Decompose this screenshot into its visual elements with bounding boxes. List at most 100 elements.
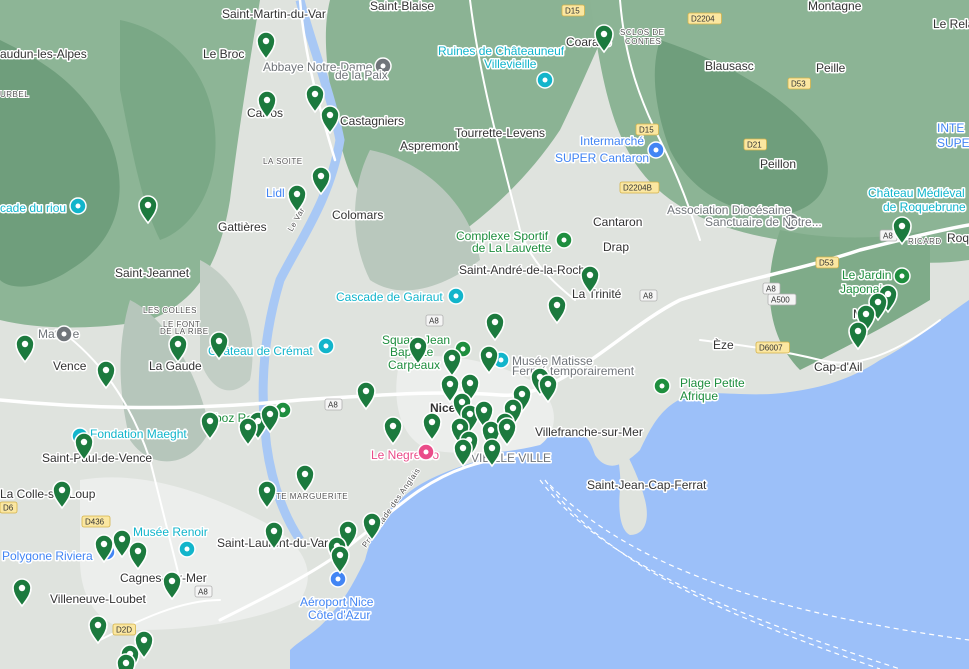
road-shield-d6: D6 [0, 501, 18, 514]
place-label-audun-les-alpes: audun-les-Alpes [0, 47, 87, 61]
sports-icon[interactable] [555, 231, 573, 249]
poi-label-le-jardin[interactable]: Le Jardin [841, 267, 893, 284]
road-shield-d53: D53 [815, 256, 839, 269]
poi-label-polygone-riviera[interactable]: Polygone Riviera [1, 548, 95, 565]
road-shield-d2204: D2204 [687, 12, 722, 25]
svg-text:D6: D6 [3, 504, 14, 513]
museum-icon[interactable] [178, 540, 196, 558]
poi-label-plage-petite[interactable]: Plage Petite [679, 375, 747, 392]
road-shield-d2204b: D2204B [619, 181, 660, 194]
location-pin-icon[interactable] [116, 653, 136, 669]
place-label-colomars: Colomars [332, 208, 383, 222]
poi-label-afrique[interactable]: Afrique [679, 388, 720, 405]
road-shield-d2d: D2D [112, 623, 136, 636]
place-label-drap: Drap [603, 240, 629, 254]
place-label-castagniers: Castagniers [340, 114, 404, 128]
svg-text:D2204B: D2204B [623, 184, 652, 193]
poi-label-de-la-lauvette[interactable]: de La Lauvette [471, 240, 554, 257]
poi-label-chateau-medieval[interactable]: Château Médiéval [867, 185, 967, 202]
swim-icon[interactable] [653, 377, 671, 395]
poi-label-carpeaux[interactable]: Carpeaux [387, 357, 442, 374]
shopping-icon[interactable] [647, 141, 665, 159]
poi-label-ruines-de-chateauneuf[interactable]: Ruines de Châteauneuf [437, 43, 567, 60]
place-label-blausasc: Blausasc [705, 59, 754, 73]
area-label-de-la-ribe: DE LA RIBE [160, 327, 209, 336]
area-label-la-soite: LA SOITE [263, 157, 303, 166]
poi-label-aeroport-nice[interactable]: Aéroport Nice [299, 594, 376, 611]
poi-label-musee-renoir[interactable]: Musée Renoir [132, 524, 210, 541]
poi-label-de-roquebrune[interactable]: de Roquebrune [882, 199, 968, 216]
road-shield-d15: D15 [561, 4, 585, 17]
place-label-villeneuve-loubet: Villeneuve-Loubet [50, 592, 147, 606]
place-label-le-rela: Le Rela [933, 17, 969, 31]
map-svg[interactable]: SCLOS DECONTESLA SOITELES COLLESLE FONTD… [0, 0, 969, 669]
svg-text:A8: A8 [328, 401, 338, 410]
camera-icon[interactable] [317, 337, 335, 355]
area-label-ste-marguerite: STE MARGUERITE [270, 492, 348, 501]
svg-text:D6007: D6007 [759, 344, 783, 353]
place-label-tourrette-levens: Tourrette-Levens [455, 126, 545, 140]
poi-label-inte[interactable]: INTE [936, 120, 966, 137]
church-icon[interactable] [55, 325, 73, 343]
area-label-contes: CONTES [625, 37, 661, 46]
place-label-gattieres: Gattières [218, 220, 267, 234]
poi-label-supe[interactable]: SUPE [936, 135, 969, 152]
poi-label-de-la-paix[interactable]: de la Paix [334, 67, 390, 84]
map-canvas[interactable]: SCLOS DE CONTES LA SOITE LES COLLES LE FONT D… [0, 0, 969, 669]
svg-text:D21: D21 [747, 141, 762, 150]
poi-label-cade-du-riou[interactable]: cade du riou [0, 200, 68, 217]
castle-icon[interactable] [447, 287, 465, 305]
place-label-cap-d-ail: Cap-d'Ail [814, 360, 862, 374]
road-shield-d15: D15 [635, 123, 659, 136]
svg-text:A8: A8 [429, 317, 439, 326]
place-label-saint-jeannet: Saint-Jeannet [115, 266, 190, 280]
poi-label-cote-d-azur[interactable]: Côte d'Azur [307, 607, 372, 624]
poi-label-intermarche[interactable]: Intermarché [579, 133, 646, 150]
road-shield-a8: A8 [324, 398, 343, 411]
road-shield-a8: A8 [425, 314, 444, 327]
road-shield-d6007: D6007 [755, 341, 790, 354]
place-label-montagne: Montagne [808, 0, 862, 13]
poi-label-villevieille[interactable]: Villevieille [483, 56, 539, 73]
place-label-eze: Èze [713, 337, 734, 352]
place-label-peillon: Peillon [760, 157, 796, 171]
place-label-saint-jean-cap-ferrat: Saint-Jean-Cap-Ferrat [587, 478, 707, 492]
svg-text:A8: A8 [883, 232, 893, 241]
place-label-cantaron: Cantaron [593, 215, 642, 229]
place-label-la-gaude: La Gaude [149, 359, 202, 373]
place-label-roq: Roq [947, 231, 969, 245]
svg-text:D2D: D2D [116, 626, 132, 635]
poi-label-fondation-maeght[interactable]: Fondation Maeght [89, 426, 189, 443]
place-label-peille: Peille [816, 61, 846, 75]
road-shield-a500: A500 [767, 293, 797, 306]
svg-text:D15: D15 [565, 7, 580, 16]
poi-label-super-cantaron[interactable]: SUPER Cantaron [554, 150, 651, 167]
place-label-saint-andre-de-la-roche: Saint-André-de-la-Roche [459, 263, 592, 277]
area-label-urbel: URBEL [0, 90, 29, 99]
place-label-la-colle-sur-loup: La Colle-sur-Loup [0, 487, 96, 501]
svg-text:D15: D15 [639, 126, 654, 135]
svg-text:A8: A8 [198, 588, 208, 597]
airport-icon[interactable] [329, 570, 347, 588]
hotel-icon[interactable] [417, 443, 435, 461]
place-label-vence: Vence [53, 359, 87, 373]
poi-label-lidl[interactable]: Lidl [265, 185, 287, 202]
area-label-les-colles: LES COLLES [143, 306, 197, 315]
svg-text:D436: D436 [85, 518, 105, 527]
area-label-sclos-de: SCLOS DE [620, 28, 664, 37]
poi-label-cascade-de-gairaut[interactable]: Cascade de Gairaut [335, 289, 445, 306]
castle-icon[interactable] [536, 71, 554, 89]
camera-icon[interactable] [69, 197, 87, 215]
svg-text:A500: A500 [771, 296, 790, 305]
place-label-saint-martin-du-var: Saint-Martin-du-Var [222, 7, 326, 21]
poi-label-sanctuaire-de-notre[interactable]: Sanctuaire de Notre... [704, 214, 824, 231]
road-shield-a8: A8 [194, 585, 213, 598]
svg-text:A8: A8 [643, 292, 653, 301]
road-shield-a8: A8 [762, 282, 781, 295]
place-label-saint-blaise: Saint-Blaise [370, 0, 434, 13]
svg-text:A8: A8 [766, 285, 776, 294]
tree-icon[interactable] [893, 267, 911, 285]
svg-text:D2204: D2204 [691, 15, 715, 24]
area-label-ricard: RICARD [908, 237, 942, 246]
poi-label-vieille-ville[interactable]: VIEILLE VILLE [470, 450, 553, 467]
